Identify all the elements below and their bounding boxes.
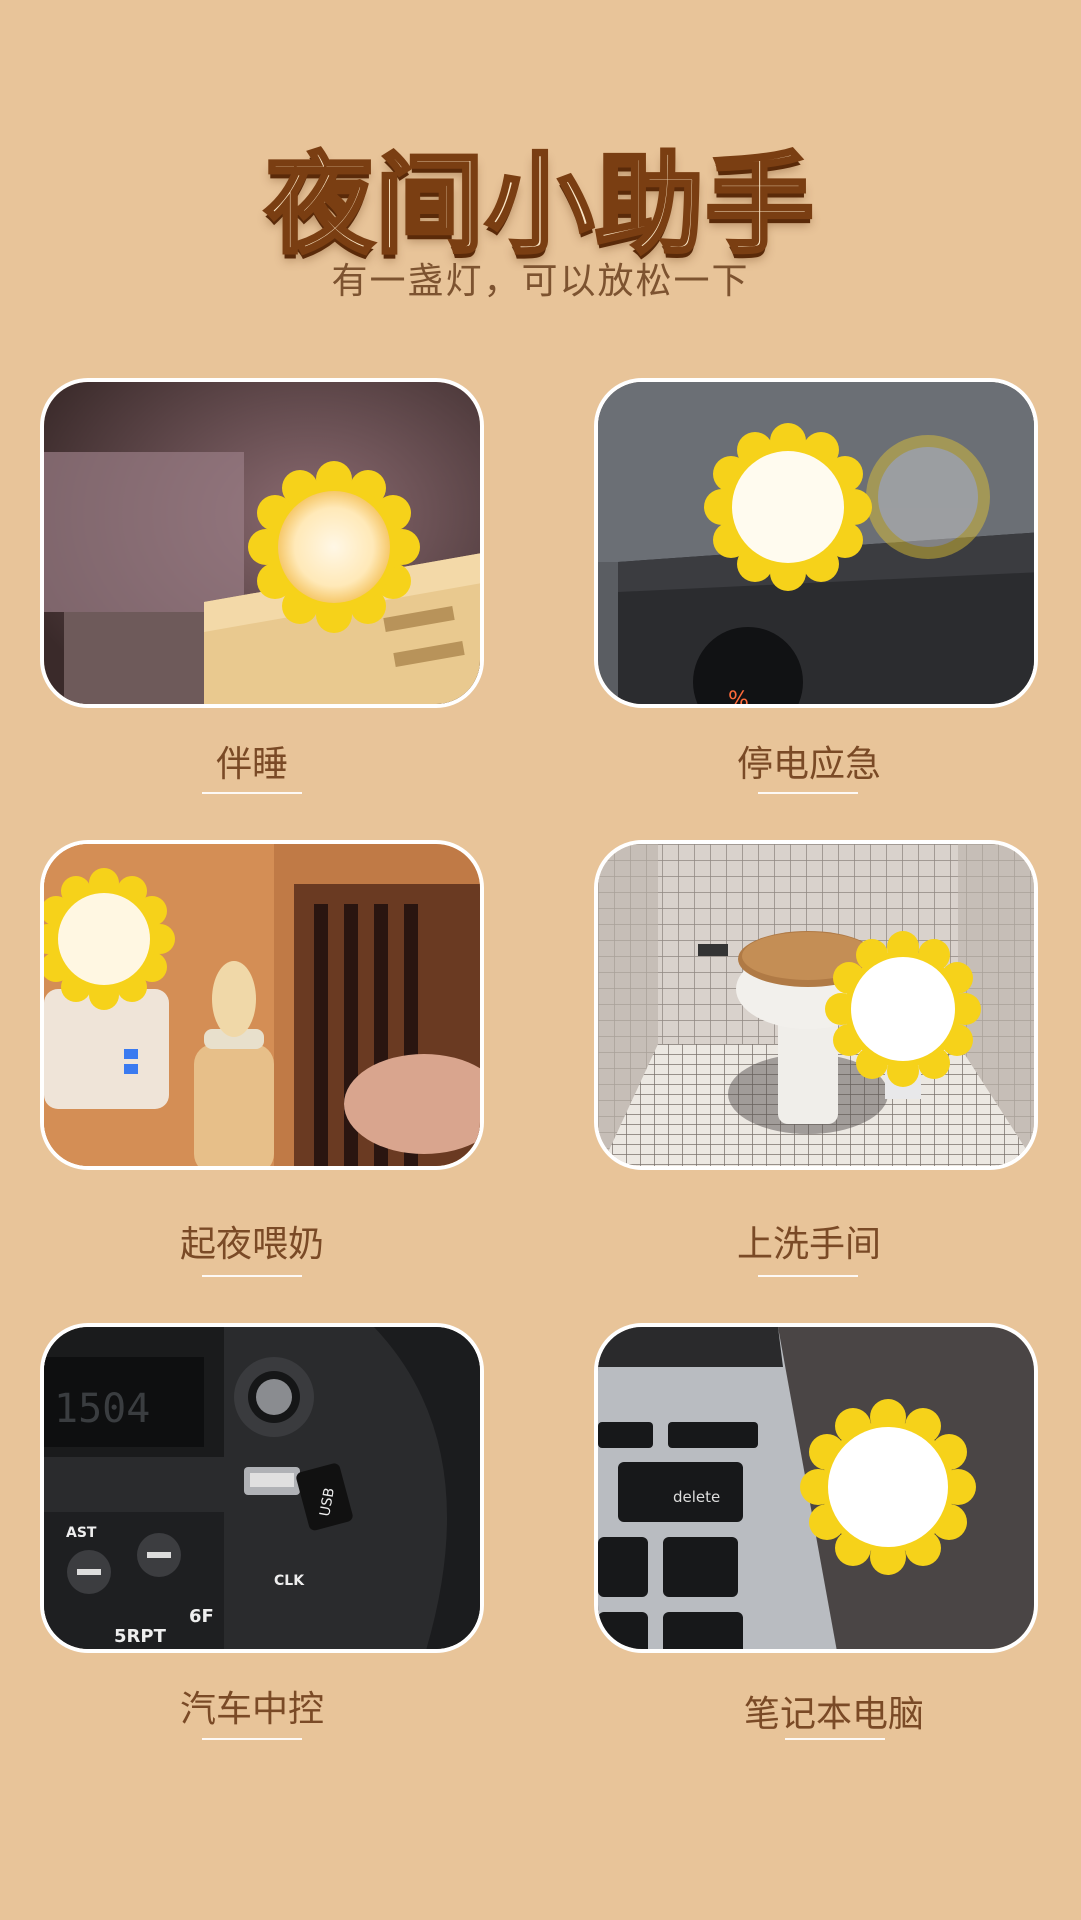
scene-image-night-feeding xyxy=(40,840,484,1170)
scene-label-laptop: 笔记本电脑 xyxy=(743,1694,924,1735)
scene-label-power-outage: 停电应急 xyxy=(736,744,881,785)
divider xyxy=(785,1738,885,1740)
scene-label-bathroom: 上洗手间 xyxy=(736,1224,881,1265)
scene-image-sleep xyxy=(40,378,484,708)
divider xyxy=(758,792,858,794)
scene-image-laptop: delete xyxy=(594,1323,1038,1653)
scene-image-power-outage: % xyxy=(594,378,1038,708)
divider xyxy=(202,792,302,794)
scene-image-bathroom xyxy=(594,840,1038,1170)
svg-text:%: % xyxy=(728,688,749,708)
scene-label-car-console: 汽车中控 xyxy=(179,1689,324,1730)
svg-text:1504: 1504 xyxy=(54,1386,150,1432)
svg-text:5RPT: 5RPT xyxy=(114,1626,167,1647)
svg-text:AST: AST xyxy=(66,1525,97,1541)
page-title: 夜间小助手 xyxy=(263,141,816,270)
svg-text:delete: delete xyxy=(673,1488,720,1506)
divider xyxy=(758,1275,858,1277)
svg-text:6F: 6F xyxy=(189,1606,214,1627)
divider xyxy=(202,1275,302,1277)
svg-text:CLK: CLK xyxy=(274,1573,305,1589)
scene-label-sleep: 伴睡 xyxy=(215,744,288,785)
divider xyxy=(202,1738,302,1740)
page-subtitle: 有一盏灯，可以放松一下 xyxy=(331,261,750,302)
scene-label-night-feeding: 起夜喂奶 xyxy=(179,1224,324,1265)
scene-image-car-console: 1504 USB AST CLK 5RPT 6F xyxy=(40,1323,484,1653)
